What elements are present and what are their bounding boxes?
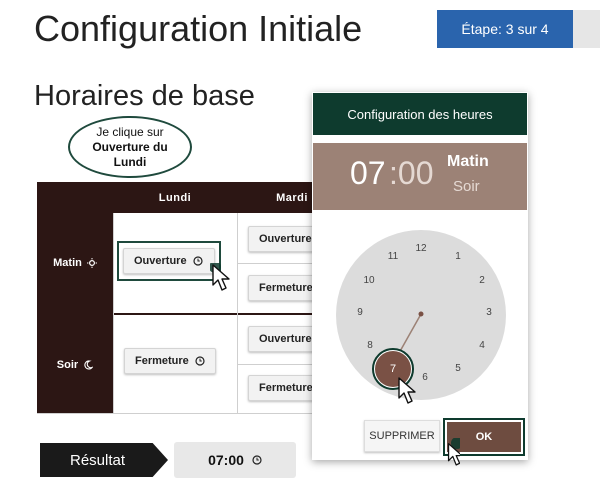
step-badge-tail — [573, 10, 600, 48]
instruction-callout: Je clique sur Ouverture du Lundi — [68, 116, 192, 178]
step-badge: Étape: 3 sur 4 — [437, 10, 573, 48]
column-divider — [113, 213, 114, 414]
cell-divider — [237, 364, 313, 365]
clock-icon — [195, 356, 205, 366]
monday-closing-button[interactable]: Fermeture — [124, 348, 216, 374]
button-label: Ouverture — [259, 333, 312, 345]
clock-icon — [192, 256, 203, 266]
callout-line: Ouverture du — [92, 139, 168, 154]
moon-icon — [84, 359, 94, 369]
mouse-cursor-icon — [447, 438, 460, 466]
row-divider — [37, 313, 313, 315]
section-title: Horaires de base — [34, 80, 255, 112]
callout-line: Lundi — [113, 154, 147, 169]
button-label: Ouverture — [259, 233, 312, 245]
period-am-option[interactable]: Matin — [447, 153, 489, 171]
button-label: Ouverture — [134, 255, 187, 267]
clock-hand — [393, 311, 424, 363]
mouse-cursor-icon — [398, 377, 416, 404]
minute-display[interactable]: :00 — [389, 155, 433, 192]
result-value: 07:00 — [174, 442, 296, 478]
row-header-matin: Matin — [37, 213, 113, 313]
monday-opening-button[interactable]: Ouverture — [123, 248, 215, 274]
page-title: Configuration Initiale — [34, 8, 363, 49]
button-label: Fermeture — [135, 355, 189, 367]
column-header-lundi: Lundi — [158, 191, 192, 204]
button-label: Fermeture — [259, 382, 313, 394]
dialog-title: Configuration des heures — [313, 93, 527, 135]
result-label: Résultat — [40, 443, 168, 477]
grid-bottom-border — [37, 413, 313, 414]
callout-line: Je clique sur — [96, 124, 164, 139]
row-header-soir: Soir — [37, 315, 113, 414]
result-time: 07:00 — [208, 452, 244, 468]
mouse-cursor-icon — [210, 263, 230, 291]
sun-icon — [86, 258, 97, 268]
cell-divider — [237, 263, 313, 264]
row-label-matin: Matin — [53, 257, 82, 269]
hour-display[interactable]: 07 — [350, 155, 386, 192]
delete-button[interactable]: SUPPRIMER — [364, 420, 440, 452]
row-label-soir: Soir — [56, 358, 79, 371]
period-pm-option[interactable]: Soir — [453, 178, 480, 195]
clock-icon — [252, 455, 262, 465]
button-label: Fermeture — [259, 282, 313, 294]
column-divider — [237, 213, 238, 414]
